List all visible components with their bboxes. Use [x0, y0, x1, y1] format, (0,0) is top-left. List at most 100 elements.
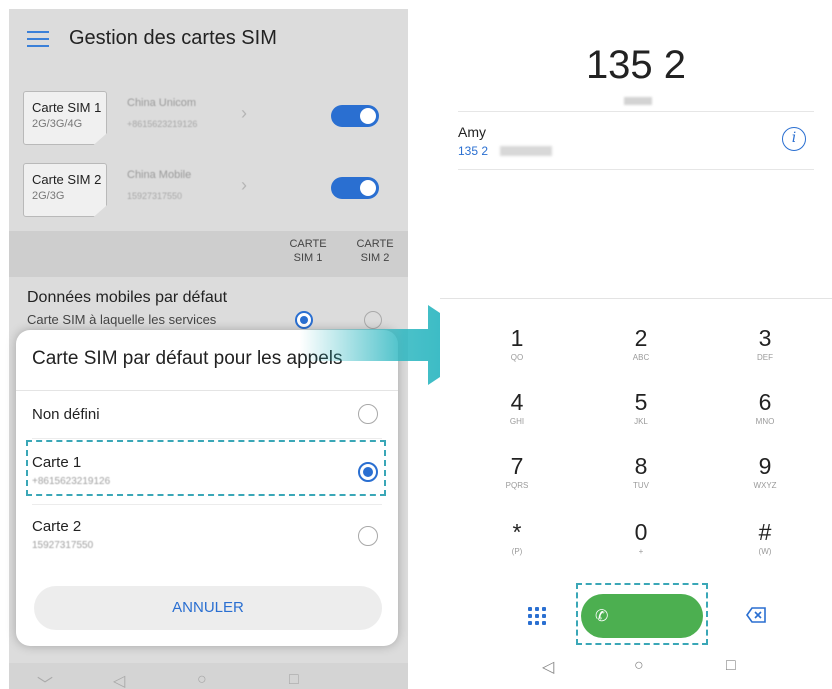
call-button[interactable]: ✆ [581, 594, 703, 638]
divider [440, 298, 832, 299]
recent-apps-icon[interactable]: □ [289, 671, 299, 689]
key-7[interactable]: 7 PQRS [482, 453, 552, 490]
chevron-right-icon[interactable]: › [241, 175, 247, 196]
key-letters: ABC [632, 353, 650, 362]
divider [458, 111, 814, 112]
key-hash[interactable]: # (W) [730, 519, 800, 556]
navigation-bar: ﹀ ◁ ○ □ [9, 663, 408, 689]
col-sim-1-line1: CARTE [289, 238, 327, 250]
key-digit: 1 [510, 325, 524, 351]
key-digit: 0 [634, 519, 648, 545]
col-sim-2-line2: SIM 2 [360, 252, 390, 264]
dialog-title: Carte SIM par défaut pour les appels [32, 348, 343, 369]
key-letters: GHI [509, 417, 525, 426]
key-0[interactable]: 0 + [606, 519, 676, 556]
mobile-data-title: Données mobiles par défaut [27, 289, 228, 306]
divider [458, 169, 814, 170]
sim-network: 2G/3G [32, 190, 65, 202]
dialed-number[interactable]: 135 2 [440, 43, 832, 88]
option-card-1-number: +8615623219126 [32, 476, 111, 487]
option-undefined-radio[interactable] [358, 404, 378, 424]
sim-1-toggle[interactable] [331, 105, 379, 127]
sim-network: 2G/3G/4G [32, 118, 83, 130]
phone-icon: ✆ [595, 608, 609, 625]
key-4[interactable]: 4 GHI [482, 389, 552, 426]
col-sim-1-line2: SIM 1 [293, 252, 323, 264]
key-digit: 6 [758, 389, 772, 415]
option-card-1-radio[interactable] [358, 462, 378, 482]
cancel-button[interactable]: ANNULER [34, 586, 382, 630]
key-digit: * [512, 519, 522, 545]
key-digit: 2 [634, 325, 648, 351]
key-letters: WXYZ [753, 481, 777, 490]
key-2[interactable]: 2 ABC [606, 325, 676, 362]
key-digit: 5 [634, 389, 648, 415]
sim-name: Carte SIM 1 [32, 100, 102, 115]
sim-number: +8615623219126 [127, 119, 198, 129]
option-card-2-number: 15927317550 [32, 540, 94, 551]
dialer-screen: 135 2 Amy 135 2 i 1 QO 2 ABC 3 DEF 4 GHI 5 JKL 6 MN… [440, 9, 832, 689]
info-icon[interactable]: i [782, 127, 806, 151]
key-letters: MNO [755, 417, 775, 426]
sim-number: 15927317550 [127, 191, 183, 201]
chevron-right-icon[interactable]: › [241, 103, 247, 124]
key-letters: JKL [634, 417, 648, 426]
divider [32, 438, 382, 439]
back-icon[interactable]: ◁ [542, 657, 554, 677]
key-6[interactable]: 6 MNO [730, 389, 800, 426]
key-letters: DEF [757, 353, 773, 362]
home-icon[interactable]: ○ [197, 671, 207, 689]
chevron-down-icon[interactable]: ﹀ [37, 671, 53, 689]
option-card-2[interactable]: Carte 2 [32, 518, 81, 535]
contact-number[interactable]: 135 2 [458, 144, 488, 158]
backspace-icon[interactable] [746, 607, 766, 623]
key-digit: 4 [510, 389, 524, 415]
sim-column-header: CARTE SIM 1 CARTE SIM 2 [9, 231, 408, 277]
menu-icon[interactable] [27, 31, 49, 47]
number-location [624, 97, 652, 105]
key-digit: 7 [510, 453, 524, 479]
sim-card-icon: Carte SIM 2 2G/3G [23, 163, 107, 217]
key-5[interactable]: 5 JKL [606, 389, 676, 426]
recent-apps-icon[interactable]: □ [726, 657, 736, 675]
key-8[interactable]: 8 TUV [606, 453, 676, 490]
home-icon[interactable]: ○ [634, 657, 644, 675]
key-star[interactable]: * (P) [482, 519, 552, 556]
key-digit: 9 [758, 453, 772, 479]
sim-row-2[interactable]: Carte SIM 2 2G/3G China Mobile 159273175… [9, 151, 408, 231]
key-letters: QO [510, 353, 524, 362]
key-letters: (P) [511, 547, 523, 556]
operator-name: China Mobile [127, 169, 192, 181]
option-undefined[interactable]: Non défini [32, 406, 100, 423]
sim-name: Carte SIM 2 [32, 172, 102, 187]
contact-number-masked [500, 146, 552, 156]
col-sim-2-line1: CARTE [356, 238, 394, 250]
dialpad-grid-icon[interactable] [528, 607, 546, 625]
divider [16, 390, 398, 391]
col-sim-2: CARTE SIM 2 [350, 237, 400, 265]
key-digit: 8 [634, 453, 648, 479]
key-letters: + [638, 547, 644, 556]
col-sim-1: CARTE SIM 1 [283, 237, 333, 265]
key-letters: PQRS [505, 481, 529, 490]
option-card-2-radio[interactable] [358, 526, 378, 546]
key-3[interactable]: 3 DEF [730, 325, 800, 362]
back-icon[interactable]: ◁ [113, 671, 125, 689]
key-9[interactable]: 9 WXYZ [730, 453, 800, 490]
key-letters: TUV [633, 481, 649, 490]
page-title: Gestion des cartes SIM [69, 27, 277, 49]
mobile-data-subtitle: Carte SIM à laquelle les services [27, 312, 217, 327]
key-1[interactable]: 1 QO [482, 325, 552, 362]
key-letters: (W) [758, 547, 772, 556]
operator-name: China Unicom [127, 97, 197, 109]
contact-name[interactable]: Amy [458, 124, 486, 140]
sim-row-1[interactable]: Carte SIM 1 2G/3G/4G China Unicom +86156… [9, 79, 408, 159]
key-digit: 3 [758, 325, 772, 351]
key-digit: # [758, 519, 772, 545]
divider [32, 504, 382, 505]
sim-2-toggle[interactable] [331, 177, 379, 199]
navigation-bar: ◁ ○ □ [440, 651, 832, 689]
option-card-1[interactable]: Carte 1 [32, 454, 81, 471]
sim-card-icon: Carte SIM 1 2G/3G/4G [23, 91, 107, 145]
app-header: Gestion des cartes SIM [9, 9, 408, 69]
